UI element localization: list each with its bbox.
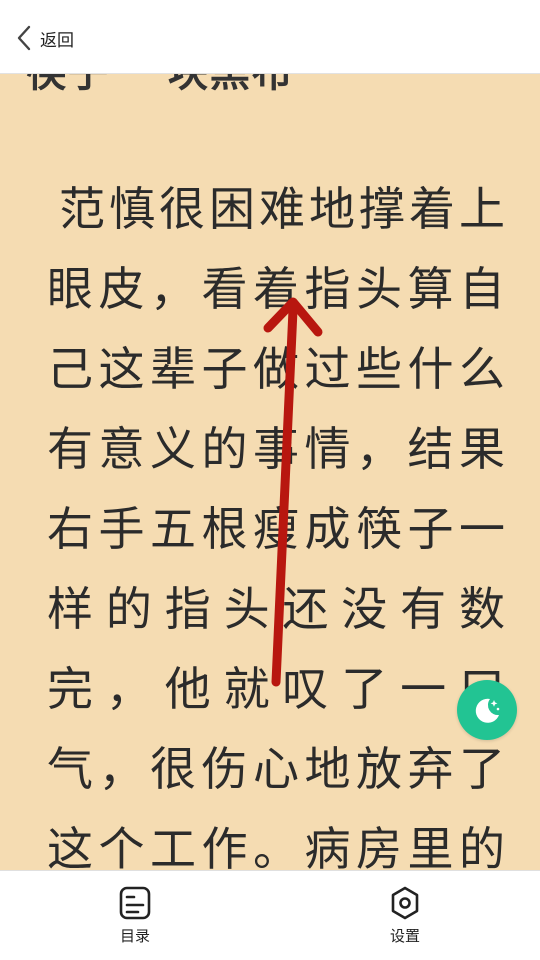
chevron-left-icon xyxy=(17,25,31,51)
reading-area[interactable]: 筷子 一块黑布 范慎很困难地撑着上眼皮，看着指头算自己这辈子做过些什么有意义的事… xyxy=(0,74,540,870)
tab-toc-label: 目录 xyxy=(119,927,150,945)
toc-icon xyxy=(119,886,151,920)
chapter-paragraph: 范慎很困难地撑着上眼皮，看着指头算自己这辈子做过些什么有意义的事情，结果右手五根… xyxy=(47,182,507,870)
settings-hex-icon xyxy=(391,886,419,920)
moon-stars-icon xyxy=(475,698,500,723)
back-label: 返回 xyxy=(40,30,74,51)
tab-settings[interactable]: 设置 xyxy=(365,885,445,949)
tab-settings-label: 设置 xyxy=(389,927,420,945)
top-bar: 返回 xyxy=(0,0,540,74)
bottom-nav: 目录 设置 xyxy=(0,870,540,960)
previous-page-text: 筷子 一块黑布 xyxy=(26,74,526,98)
back-button[interactable]: 返回 xyxy=(14,22,74,54)
night-mode-button[interactable] xyxy=(457,680,517,740)
tab-toc[interactable]: 目录 xyxy=(95,885,175,949)
